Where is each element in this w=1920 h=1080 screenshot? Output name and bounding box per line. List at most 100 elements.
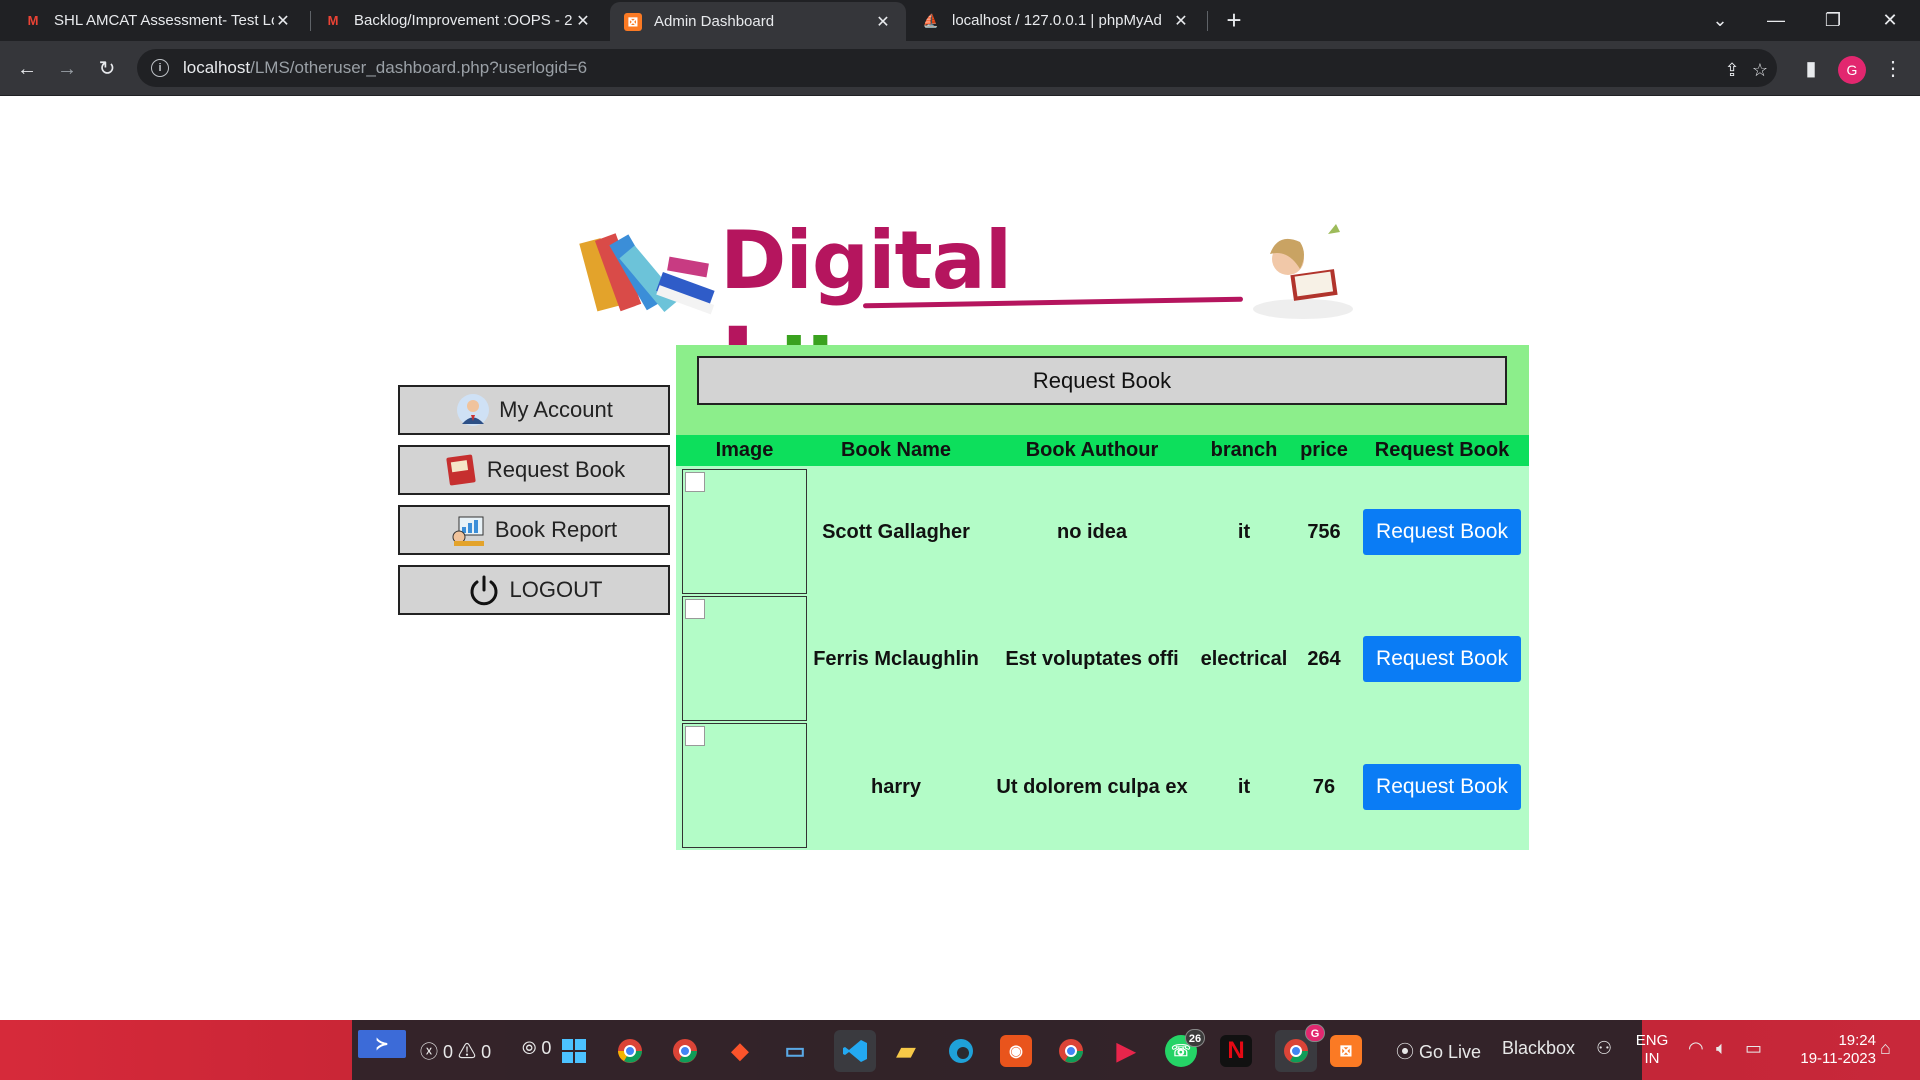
- share-icon[interactable]: ⇪: [1719, 57, 1745, 83]
- go-live-button[interactable]: ⦿ Go Live: [1396, 1038, 1481, 1064]
- digital-library-logo: Digital Library: [578, 214, 1358, 419]
- chrome-icon[interactable]: [614, 1035, 646, 1067]
- column-header-book-name: Book Name: [840, 439, 952, 461]
- new-tab-button[interactable]: +: [1219, 5, 1249, 35]
- browser-tab-bar: M SHL AMCAT Assessment- Test Lo ✕ M Back…: [0, 0, 1920, 41]
- books-stack-icon: [579, 233, 715, 315]
- column-header-request-book: Request Book: [1374, 439, 1510, 461]
- price-cell: 76: [1312, 776, 1336, 798]
- profile-avatar[interactable]: G: [1838, 56, 1866, 84]
- tab-admin-dashboard[interactable]: ⊠ Admin Dashboard ✕: [610, 2, 906, 41]
- xampp-taskbar-icon[interactable]: ⊠: [1330, 1035, 1362, 1067]
- column-header-image: Image: [715, 439, 774, 461]
- tab-title: Backlog/Improvement :OOPS - 2: [354, 12, 573, 29]
- side-panel-icon[interactable]: ▮: [1794, 52, 1828, 86]
- chrome-icon-2[interactable]: [1055, 1035, 1087, 1067]
- vscode-icon[interactable]: [834, 1030, 876, 1072]
- book-author-cell: Est voluptates offi: [1005, 648, 1179, 670]
- site-info-icon[interactable]: i: [151, 59, 169, 77]
- clock[interactable]: 19:24 19-11-2023: [1782, 1032, 1876, 1068]
- blackbox-button[interactable]: Blackbox: [1502, 1038, 1575, 1059]
- request-book-panel: Request Book Image Book Name Book Authou…: [676, 345, 1529, 850]
- my-account-button[interactable]: My Account: [398, 385, 670, 435]
- book-image: [682, 723, 807, 848]
- chrome-active-icon[interactable]: G: [1275, 1024, 1325, 1072]
- brave-icon[interactable]: ◆: [724, 1035, 756, 1067]
- price-cell: 756: [1307, 521, 1341, 543]
- book-report-button[interactable]: Book Report: [398, 505, 670, 555]
- column-header-price: price: [1300, 439, 1348, 461]
- forward-arrow-icon[interactable]: →: [50, 52, 84, 86]
- sidebar-item-label: My Account: [499, 397, 613, 422]
- reload-icon[interactable]: ↻: [90, 52, 124, 86]
- logout-button[interactable]: LOGOUT: [398, 565, 670, 615]
- close-window-button[interactable]: ✕: [1862, 0, 1918, 41]
- windows-taskbar: ≻ ⓧ 0 ⚠ 0 ⦾ 0 ◆ ▭ ▰ ◉ ▶ ☏ 26 N G ⊠ ⦿ Go L…: [0, 1020, 1920, 1080]
- bookmark-star-icon[interactable]: ☆: [1747, 57, 1773, 83]
- tab-search-chevron-icon[interactable]: ⌄: [1692, 0, 1748, 41]
- edge-icon[interactable]: [945, 1035, 977, 1067]
- notification-badge: 26: [1185, 1029, 1205, 1047]
- book-name-cell: Ferris Mclaughlin: [813, 648, 979, 670]
- restore-button[interactable]: ❐: [1805, 0, 1861, 41]
- tab-title: localhost / 127.0.0.1 | phpMyAd: [952, 12, 1162, 29]
- warning-icon: ⚠: [458, 1042, 477, 1062]
- book-name-cell: Scott Gallagher: [822, 521, 970, 543]
- menu-kebab-icon[interactable]: ⋮: [1876, 52, 1910, 86]
- url-path: /LMS/otheruser_dashboard.php?userlogid=6: [250, 58, 588, 77]
- tab-phpmyadmin[interactable]: ⛵ localhost / 127.0.0.1 | phpMyAd ✕: [908, 0, 1204, 41]
- user-avatar-icon: [455, 392, 491, 428]
- table-header: Image Book Name Book Authour branch pric…: [676, 435, 1529, 466]
- netflix-icon[interactable]: N: [1220, 1035, 1252, 1067]
- store-icon[interactable]: ▭: [779, 1035, 811, 1067]
- broken-image-icon: [685, 599, 705, 619]
- tab-backlog[interactable]: M Backlog/Improvement :OOPS - 2 ✕: [310, 0, 606, 41]
- language-indicator[interactable]: ENG IN: [1634, 1032, 1670, 1068]
- whatsapp-icon[interactable]: ☏ 26: [1165, 1029, 1205, 1067]
- price-cell: 264: [1307, 648, 1341, 670]
- windows-start-icon[interactable]: [558, 1035, 590, 1067]
- close-icon[interactable]: ✕: [874, 12, 892, 32]
- close-icon[interactable]: ✕: [574, 11, 592, 31]
- request-book-action-button[interactable]: Request Book: [1363, 636, 1521, 682]
- reading-girl-illustration: [1253, 224, 1353, 319]
- broadcast-icon: ⦿: [1396, 1042, 1414, 1062]
- page-title: Request Book: [697, 356, 1507, 405]
- branch-cell: it: [1237, 521, 1251, 543]
- notification-icon[interactable]: ⌂: [1880, 1038, 1891, 1059]
- request-book-action-button[interactable]: Request Book: [1363, 764, 1521, 810]
- wifi-icon[interactable]: ◠: [1688, 1038, 1704, 1059]
- minimize-button[interactable]: —: [1748, 0, 1804, 41]
- address-bar[interactable]: i localhost /LMS/otheruser_dashboard.php…: [137, 49, 1777, 87]
- file-explorer-icon[interactable]: ▰: [890, 1035, 922, 1067]
- sidebar-item-label: Book Report: [494, 517, 618, 542]
- url-host: localhost: [183, 58, 251, 77]
- media-player-icon[interactable]: ▶: [1110, 1035, 1142, 1067]
- account-feedback-icon[interactable]: ⚇: [1596, 1038, 1612, 1059]
- vscode-remote-icon[interactable]: ≻: [358, 1030, 406, 1058]
- profile-badge: G: [1305, 1024, 1325, 1042]
- battery-icon[interactable]: ▭: [1745, 1038, 1762, 1059]
- gmail-icon: M: [27, 13, 39, 28]
- book-image: [682, 469, 807, 594]
- request-book-action-button[interactable]: Request Book: [1363, 509, 1521, 555]
- report-icon: [451, 512, 487, 548]
- chrome-profile-icon[interactable]: [669, 1035, 701, 1067]
- tab-shl-amcat[interactable]: M SHL AMCAT Assessment- Test Lo ✕: [10, 0, 306, 41]
- problems-indicator[interactable]: ⓧ 0 ⚠ 0: [420, 1038, 491, 1064]
- branch-cell: it: [1237, 776, 1251, 798]
- back-arrow-icon[interactable]: ←: [10, 52, 44, 86]
- phpmyadmin-icon: ⛵: [922, 12, 940, 28]
- close-icon[interactable]: ✕: [1172, 11, 1190, 31]
- browser-toolbar: ← → ↻ i localhost /LMS/otheruser_dashboa…: [0, 41, 1920, 96]
- branch-cell: electrical: [1200, 648, 1288, 670]
- ports-indicator[interactable]: ⦾ 0: [522, 1038, 551, 1059]
- request-book-button[interactable]: Request Book: [398, 445, 670, 495]
- volume-icon[interactable]: 🔈︎: [1716, 1038, 1727, 1059]
- close-icon[interactable]: ✕: [274, 11, 292, 31]
- ubuntu-icon[interactable]: ◉: [1000, 1035, 1032, 1067]
- column-header-branch: branch: [1210, 439, 1278, 461]
- book-image: [682, 596, 807, 721]
- book-icon: [443, 452, 479, 488]
- xampp-icon: ⊠: [624, 12, 642, 31]
